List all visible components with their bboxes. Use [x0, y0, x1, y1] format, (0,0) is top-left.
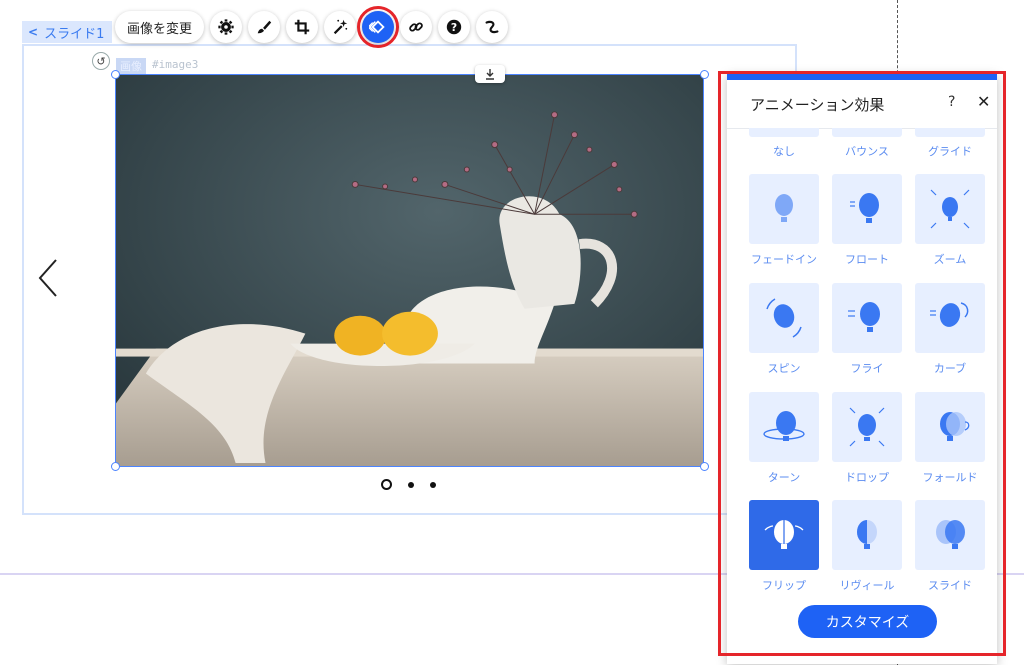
still-life-photo — [116, 75, 703, 466]
animation-button[interactable] — [357, 6, 400, 48]
slide-label-tab[interactable]: < スライド1 — [22, 21, 113, 43]
download-button[interactable] — [475, 65, 505, 83]
element-toolbar: 画像を変更 ? — [115, 6, 509, 48]
previous-slide-arrow[interactable] — [36, 256, 60, 300]
svg-text:?: ? — [451, 21, 457, 34]
design-button[interactable] — [248, 11, 281, 43]
help-icon: ? — [446, 19, 462, 35]
resize-handle-bottom-right[interactable] — [700, 462, 709, 471]
settings-button[interactable] — [210, 11, 243, 43]
slide-label-text: スライド1 — [44, 26, 105, 42]
link-button[interactable] — [400, 11, 433, 43]
slide-image[interactable] — [115, 74, 704, 467]
editor-canvas: < スライド1 画像を変更 ? ↺ 画像 #image3 アニメーション効果 ?… — [0, 0, 1024, 665]
connect-button[interactable] — [476, 11, 509, 43]
settings-icon — [218, 19, 234, 35]
image-id-tag: 画像 #image3 — [116, 58, 198, 74]
change-image-button[interactable]: 画像を変更 — [115, 11, 205, 43]
undo-icon[interactable]: ↺ — [92, 52, 110, 70]
magic-wand-icon — [333, 19, 348, 35]
resize-handle-top-right[interactable] — [700, 70, 709, 79]
brush-icon — [257, 20, 272, 34]
pagination-dot[interactable] — [430, 481, 436, 488]
crop-icon — [294, 19, 310, 35]
animation-icon — [369, 20, 385, 34]
connect-icon — [485, 20, 499, 34]
link-icon — [409, 22, 423, 32]
chevron-left-icon: < — [28, 25, 39, 39]
enhance-button[interactable] — [324, 11, 357, 43]
resize-handle-top-left[interactable] — [111, 70, 120, 79]
resize-handle-bottom-left[interactable] — [111, 462, 120, 471]
crop-button[interactable] — [286, 11, 319, 43]
help-button[interactable]: ? — [438, 11, 471, 43]
pagination-dot-current[interactable] — [381, 479, 392, 490]
panel-highlight-outline — [718, 71, 1006, 656]
image-type-tag: 画像 — [116, 58, 146, 74]
download-icon — [486, 69, 494, 80]
pagination-dot[interactable] — [408, 481, 414, 488]
slide-pagination — [381, 479, 436, 490]
image-id-text: #image3 — [152, 58, 199, 71]
